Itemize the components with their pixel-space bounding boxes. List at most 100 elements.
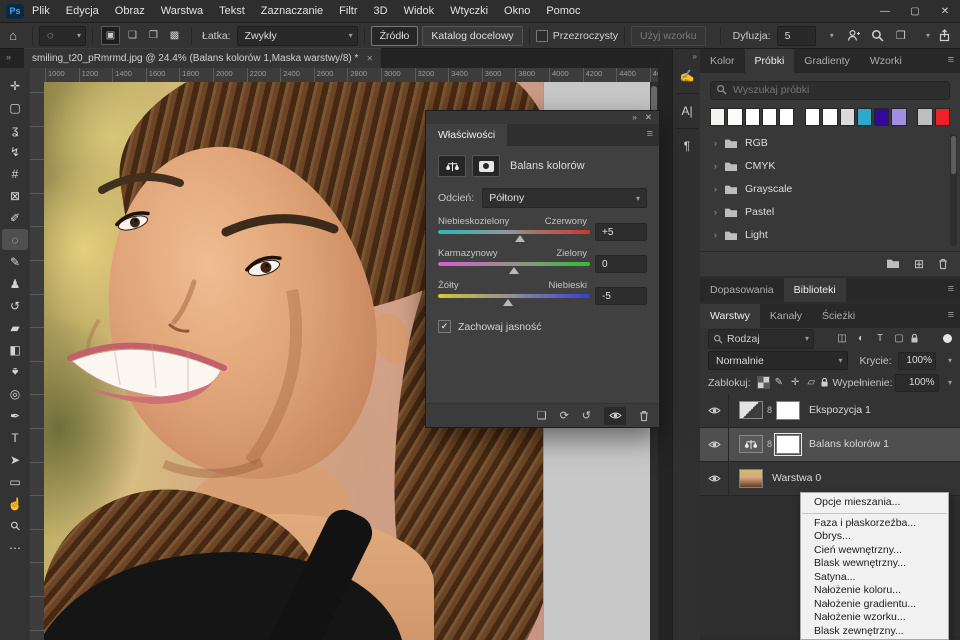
filter-type-layers-icon[interactable]: T (872, 333, 888, 344)
color-swatch[interactable] (935, 108, 950, 126)
lasso-tool[interactable]: ʓ (2, 119, 28, 140)
share-account-icon[interactable] (842, 29, 866, 42)
tab-properties[interactable]: Właściwości (426, 124, 507, 146)
patch-tool[interactable]: ◌ (2, 229, 28, 250)
color-swatch[interactable] (917, 108, 932, 126)
layer-row-exposure[interactable]: 8 Ekspozycja 1 (700, 394, 960, 428)
swatch-folder-light[interactable]: ›Light (700, 224, 960, 247)
type-tool[interactable]: T (2, 427, 28, 448)
view-previous-state-icon[interactable]: ⟳ (560, 409, 569, 422)
frame-tool[interactable]: ⊠ (2, 185, 28, 206)
color-swatch[interactable] (727, 108, 742, 126)
tab-overflow-icon[interactable]: » (6, 52, 11, 62)
close-panel-icon[interactable]: ✕ (645, 112, 652, 123)
lock-position-icon[interactable]: ✛ (791, 377, 799, 388)
delete-swatch-icon[interactable] (938, 258, 948, 270)
color-swatch[interactable] (874, 108, 889, 126)
swatch-folder-grayscale[interactable]: ›Grayscale (700, 178, 960, 201)
diffusion-select[interactable]: 5 (777, 26, 816, 46)
context-menu-item[interactable]: Cień wewnętrzny... (801, 544, 948, 558)
context-menu-item[interactable]: Obrys... (801, 530, 948, 544)
panel-menu-icon[interactable]: ≡ (948, 283, 954, 295)
rectangle-tool[interactable]: ▭ (2, 471, 28, 492)
menu-filtr[interactable]: Filtr (331, 0, 365, 22)
pen-tool[interactable]: ✒ (2, 405, 28, 426)
blend-mode-select[interactable]: Normalnie▾ (708, 351, 848, 370)
filter-smart-objects-icon[interactable] (910, 333, 926, 344)
tab-wzorki[interactable]: Wzorki (860, 49, 912, 73)
swatch-folder-pastel[interactable]: ›Pastel (700, 201, 960, 224)
tab-kanały[interactable]: Kanały (760, 304, 812, 328)
move-tool[interactable]: ✛ (2, 75, 28, 96)
delete-adjustment-icon[interactable] (639, 410, 649, 422)
color-swatch[interactable] (822, 108, 837, 126)
new-selection-icon[interactable]: ▣ (101, 26, 120, 45)
tab-dopasowania[interactable]: Dopasowania (700, 278, 784, 302)
swatch-folder-cmyk[interactable]: ›CMYK (700, 155, 960, 178)
context-menu-item[interactable]: Nałożenie gradientu... (801, 598, 948, 612)
menu-edycja[interactable]: Edycja (58, 0, 107, 22)
lock-all-icon[interactable] (820, 377, 829, 388)
layer-name[interactable]: Warstwa 0 (772, 472, 821, 484)
slider-value[interactable]: -5 (595, 287, 647, 305)
tool-preset-picker[interactable]: ◌▾ (39, 26, 86, 46)
expand-panels-icon[interactable]: » (673, 49, 701, 63)
export-share-icon[interactable] (930, 29, 960, 42)
menu-wtyczki[interactable]: Wtyczki (442, 0, 496, 22)
zoom-tool[interactable]: ⚲ (2, 515, 28, 536)
exposure-adjustment-icon[interactable] (739, 401, 763, 419)
destination-button[interactable]: Katalog docelowy (422, 26, 522, 46)
scrollbar-thumb[interactable] (951, 136, 956, 174)
close-button[interactable]: ✕ (930, 0, 960, 22)
slider-track[interactable] (438, 294, 590, 298)
document-tab[interactable]: smiling_t20_pRmrmd.jpg @ 24.4% (Balans k… (24, 48, 381, 68)
color-balance-adjustment-icon[interactable] (739, 435, 763, 453)
tab-ścieżki[interactable]: Ścieżki (812, 304, 865, 328)
history-brush-tool[interactable]: ↺ (2, 295, 28, 316)
opacity-value[interactable]: 100% (898, 352, 936, 370)
slider-thumb[interactable] (503, 299, 513, 306)
toggle-visibility-eye-icon[interactable] (604, 407, 626, 425)
context-menu-item[interactable]: Opcje mieszania... (801, 496, 948, 510)
color-balance-icon[interactable] (438, 155, 466, 177)
panel-menu-icon[interactable]: ≡ (948, 54, 954, 66)
eyedropper-tool[interactable]: ✐ (2, 207, 28, 228)
source-button[interactable]: Źródło (371, 26, 419, 46)
lock-paint-icon[interactable]: ✎ (775, 377, 783, 388)
new-swatch-icon[interactable]: ⊞ (914, 257, 924, 271)
menu-warstwa[interactable]: Warstwa (153, 0, 211, 22)
visibility-eye-icon[interactable] (708, 440, 721, 449)
patch-mode-select[interactable]: Zwykły▾ (237, 26, 358, 46)
properties-titlebar[interactable]: » ✕ (426, 111, 659, 124)
menu-3d[interactable]: 3D (366, 0, 396, 22)
close-tab-icon[interactable]: ✕ (366, 54, 373, 63)
layer-mask-thumbnail[interactable] (776, 401, 800, 420)
menu-plik[interactable]: Plik (24, 0, 58, 22)
fill-value[interactable]: 100% (895, 374, 939, 392)
layer-thumbnail[interactable] (739, 469, 763, 488)
add-to-selection-icon[interactable]: ❑ (124, 27, 141, 44)
quick-selection-tool[interactable]: ↯ (2, 141, 28, 162)
path-selection-tool[interactable]: ➤ (2, 449, 28, 470)
menu-tekst[interactable]: Tekst (211, 0, 253, 22)
filter-adjustment-layers-icon[interactable]: ◐ (853, 333, 869, 344)
search-icon[interactable] (866, 29, 890, 42)
color-swatch[interactable] (805, 108, 820, 126)
context-menu-item[interactable]: Satyna... (801, 571, 948, 585)
slider-value[interactable]: +5 (595, 223, 647, 241)
brush-tool[interactable]: ✎ (2, 251, 28, 272)
slider-thumb[interactable] (515, 235, 525, 242)
transparent-checkbox[interactable]: Przezroczysty (536, 30, 618, 42)
slider-thumb[interactable] (509, 267, 519, 274)
layer-mask-icon[interactable] (472, 155, 500, 177)
layer-name[interactable]: Ekspozycja 1 (809, 404, 871, 416)
lock-transparency-icon[interactable] (757, 376, 770, 389)
layer-row-background[interactable]: Warstwa 0 (700, 462, 960, 496)
more-tools[interactable]: ⋯ (2, 537, 28, 558)
chevron-down-icon[interactable]: ▾ (942, 378, 952, 387)
slider-track[interactable] (438, 230, 590, 234)
clone-stamp-tool[interactable]: ♟ (2, 273, 28, 294)
color-swatch[interactable] (762, 108, 777, 126)
context-menu-item[interactable]: Nałożenie wzorku... (801, 611, 948, 625)
menu-obraz[interactable]: Obraz (107, 0, 153, 22)
